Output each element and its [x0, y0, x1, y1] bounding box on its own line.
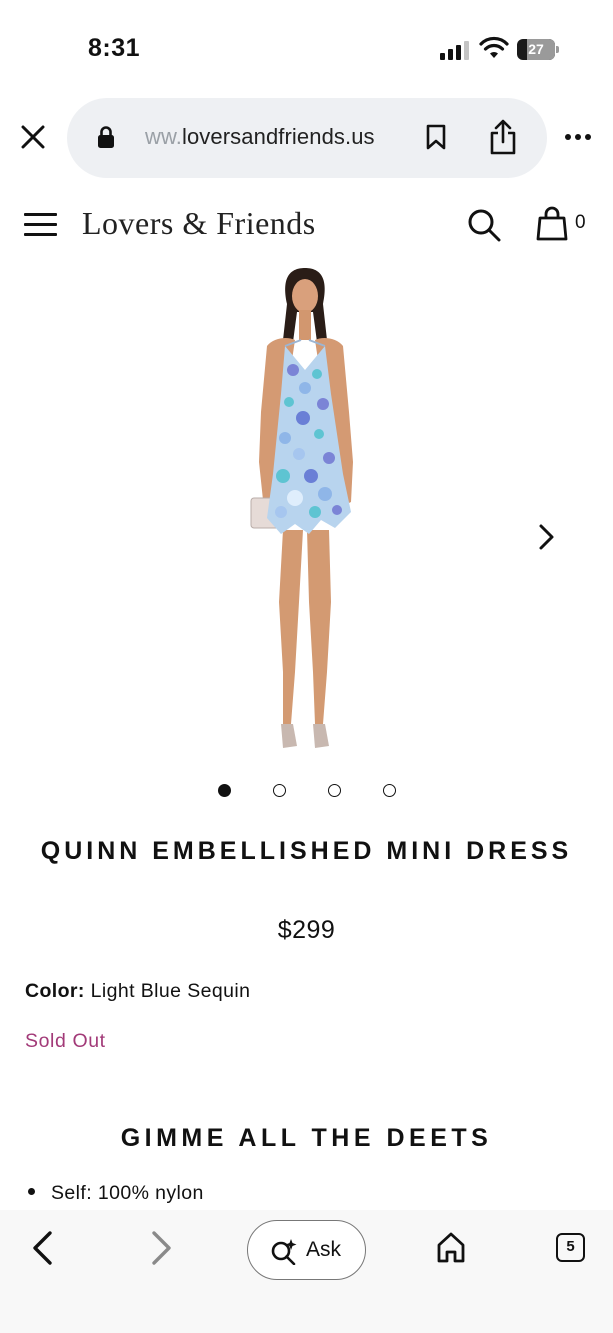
home-icon[interactable] — [436, 1231, 466, 1264]
carousel-dot[interactable] — [273, 784, 286, 797]
close-icon[interactable] — [18, 122, 48, 152]
menu-icon[interactable] — [24, 212, 57, 238]
ask-label: Ask — [306, 1238, 342, 1261]
carousel-dot[interactable] — [328, 784, 341, 797]
color-label: Color: — [25, 980, 85, 1002]
chevron-right-icon[interactable] — [536, 522, 558, 552]
carousel-dot[interactable] — [383, 784, 396, 797]
color-row: Color: Light Blue Sequin — [25, 980, 250, 1003]
bookmark-icon[interactable] — [426, 124, 446, 150]
battery-icon: 27 — [517, 39, 559, 60]
detail-item-text: Self: 100% nylon — [51, 1182, 204, 1204]
wifi-icon — [479, 36, 509, 58]
status-bar: 8:31 27 — [0, 0, 613, 96]
status-time: 8:31 — [88, 34, 141, 62]
search-icon[interactable] — [467, 208, 501, 242]
tabs-button[interactable]: 5 — [556, 1233, 585, 1262]
more-icon[interactable] — [565, 134, 593, 142]
color-value: Light Blue Sequin — [90, 980, 251, 1002]
back-arrow-icon[interactable] — [30, 1230, 56, 1266]
product-price: $299 — [277, 916, 336, 944]
cart-count: 0 — [575, 212, 586, 233]
ask-sparkle-icon — [271, 1239, 297, 1265]
details-heading: GIMME ALL THE DEETS — [120, 1124, 493, 1152]
carousel-dots — [0, 784, 613, 800]
bullet-icon — [28, 1188, 35, 1196]
ask-button[interactable]: Ask — [247, 1220, 366, 1280]
product-image[interactable] — [225, 262, 385, 762]
forward-arrow-icon[interactable] — [148, 1230, 174, 1266]
url-text[interactable]: ww.loversandfriends.us — [145, 124, 375, 150]
product-title: QUINN EMBELLISHED MINI DRESS — [40, 837, 573, 865]
battery-level: 27 — [528, 41, 544, 57]
carousel-dot[interactable] — [218, 784, 231, 797]
url-prefix: ww. — [145, 124, 182, 149]
cellular-signal-icon — [440, 40, 470, 60]
detail-item: Self: 100% nylon — [28, 1182, 204, 1205]
site-logo[interactable]: Lovers & Friends — [82, 205, 316, 242]
availability-status: Sold Out — [25, 1030, 106, 1052]
lock-icon — [98, 126, 114, 148]
shopping-bag-icon[interactable] — [535, 205, 569, 241]
url-domain: loversandfriends.us — [181, 124, 375, 149]
share-icon[interactable] — [488, 118, 518, 156]
